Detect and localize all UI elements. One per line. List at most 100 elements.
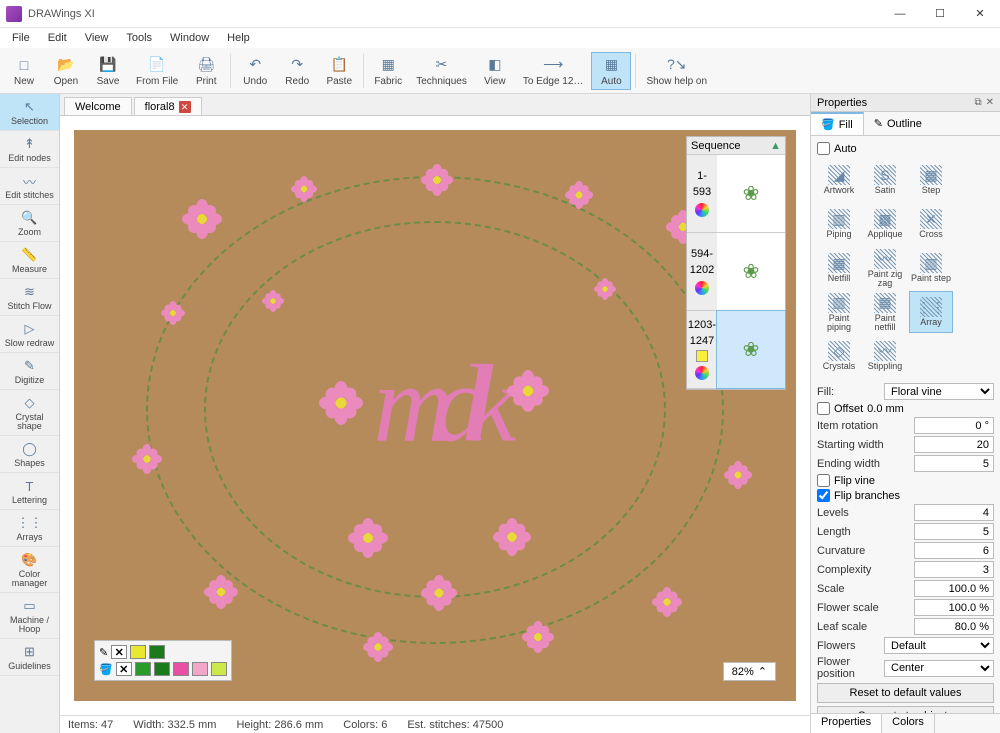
sidebar-lettering[interactable]: TLettering (0, 473, 59, 510)
filltype-netfill[interactable]: ▦Netfill (817, 247, 861, 289)
flip-vine-checkbox[interactable]: Flip vine (817, 474, 994, 487)
sequence-item[interactable]: 1-593❀ (687, 155, 785, 233)
zoom-level[interactable]: 82% ⌃ (723, 662, 776, 681)
offset-checkbox[interactable]: Offset0.0 mm (817, 402, 994, 415)
sidebar-color-manager[interactable]: 🎨Color manager (0, 547, 59, 593)
foot-tab-properties[interactable]: Properties (811, 714, 882, 733)
sequence-thumbnail[interactable]: ❀ (717, 155, 785, 232)
close-panel-icon[interactable]: ✕ (986, 97, 994, 108)
flip-branches-checkbox[interactable]: Flip branches (817, 489, 994, 502)
toolbar-view[interactable]: ◧View (475, 53, 515, 89)
sidebar-selection[interactable]: ↖Selection (0, 94, 59, 131)
flowers-select[interactable]: Default (884, 637, 994, 654)
colorwheel-icon[interactable] (695, 366, 709, 380)
no-color-swatch[interactable]: ✕ (111, 645, 127, 659)
toolbar-open[interactable]: 📂Open (46, 53, 86, 89)
menu-edit[interactable]: Edit (40, 30, 75, 46)
toolbar-techniques[interactable]: ✂Techniques (410, 53, 473, 89)
colorwheel-icon[interactable] (695, 281, 709, 295)
length-input[interactable] (914, 523, 994, 540)
filltype-satin[interactable]: SSatin (863, 159, 907, 201)
eyedropper-icon[interactable]: ✎ (99, 646, 108, 659)
menu-view[interactable]: View (77, 30, 117, 46)
color-swatch[interactable] (211, 662, 227, 676)
chevron-up-icon[interactable]: ⌃ (758, 665, 767, 678)
colorwheel-icon[interactable] (695, 203, 709, 217)
toolbar-fabric[interactable]: ▦Fabric (368, 53, 408, 89)
sidebar-edit-stitches[interactable]: 〰Edit stitches (0, 168, 59, 205)
pin-icon[interactable]: ⧉ (974, 97, 981, 108)
toolbar-to-edge-12-[interactable]: ⟶To Edge 12… (517, 53, 590, 89)
ending-width-input[interactable] (914, 455, 994, 472)
menu-file[interactable]: File (4, 30, 38, 46)
maximize-button[interactable]: ☐ (920, 0, 960, 28)
toolbar-undo[interactable]: ↶Undo (235, 53, 275, 89)
sidebar-digitize[interactable]: ✎Digitize (0, 353, 59, 390)
tab-welcome[interactable]: Welcome (64, 97, 132, 115)
color-swatch[interactable] (130, 645, 146, 659)
minimize-button[interactable]: — (880, 0, 920, 28)
levels-input[interactable] (914, 504, 994, 521)
toolbar-new[interactable]: □New (4, 53, 44, 89)
filltype-cross[interactable]: ✕Cross (909, 203, 953, 245)
starting-width-input[interactable] (914, 436, 994, 453)
menu-window[interactable]: Window (162, 30, 217, 46)
filltype-paint-piping[interactable]: ▥Paint piping (817, 291, 861, 333)
curvature-input[interactable] (914, 542, 994, 559)
filltype-crystals[interactable]: ◇Crystals (817, 335, 861, 377)
reset-defaults-button[interactable]: Reset to default values (817, 683, 994, 703)
tab-floral8[interactable]: floral8✕ (134, 97, 202, 115)
filltype-paint-zig-zag[interactable]: 〰Paint zig zag (863, 247, 907, 289)
leaf-scale-input[interactable] (914, 618, 994, 635)
flower-position-select[interactable]: Center (884, 660, 994, 677)
filltype-applique[interactable]: ▩Applique (863, 203, 907, 245)
tab-fill[interactable]: 🪣Fill (811, 112, 864, 135)
sidebar-shapes[interactable]: ◯Shapes (0, 436, 59, 473)
toolbar-print[interactable]: 🖨Print (186, 53, 226, 89)
color-swatch[interactable] (149, 645, 165, 659)
flower-scale-input[interactable] (914, 599, 994, 616)
menu-help[interactable]: Help (219, 30, 258, 46)
fill-select[interactable]: Floral vine (884, 383, 994, 400)
sidebar-measure[interactable]: 📏Measure (0, 242, 59, 279)
sequence-item[interactable]: 1203-1247❀ (687, 311, 785, 389)
sidebar-machine-hoop[interactable]: ▭Machine / Hoop (0, 593, 59, 639)
collapse-icon[interactable]: ▲ (770, 140, 781, 152)
color-swatch[interactable] (135, 662, 151, 676)
toolbar-redo[interactable]: ↷Redo (277, 53, 317, 89)
foot-tab-colors[interactable]: Colors (882, 714, 935, 733)
sidebar-arrays[interactable]: ⋮⋮Arrays (0, 510, 59, 547)
toolbar-show-help-on[interactable]: ?↘Show help on (640, 53, 713, 89)
sidebar-guidelines[interactable]: ⊞Guidelines (0, 639, 59, 676)
color-swatch[interactable] (192, 662, 208, 676)
auto-checkbox[interactable]: Auto (817, 142, 994, 155)
embroidery-canvas[interactable]: mdk Sequence ▲ 1-593❀594-1202❀1203-1247❀… (74, 130, 796, 701)
sequence-item[interactable]: 594-1202❀ (687, 233, 785, 311)
menu-tools[interactable]: Tools (118, 30, 160, 46)
sidebar-zoom[interactable]: 🔍Zoom (0, 205, 59, 242)
tab-outline[interactable]: ✎Outline (864, 113, 932, 134)
scale-input[interactable] (914, 580, 994, 597)
close-tab-icon[interactable]: ✕ (179, 101, 191, 113)
sidebar-slow-redraw[interactable]: ▷Slow redraw (0, 316, 59, 353)
filltype-artwork[interactable]: ◢Artwork (817, 159, 861, 201)
sidebar-edit-nodes[interactable]: ↟Edit nodes (0, 131, 59, 168)
filltype-stippling[interactable]: 〰Stippling (863, 335, 907, 377)
toolbar-from-file[interactable]: 📄From File (130, 53, 184, 89)
filltype-paint-netfill[interactable]: ▦Paint netfill (863, 291, 907, 333)
color-swatch[interactable] (154, 662, 170, 676)
sequence-thumbnail[interactable]: ❀ (717, 233, 785, 310)
separate-objects-button[interactable]: Separate to objects (817, 706, 994, 713)
filltype-step[interactable]: ▦Step (909, 159, 953, 201)
sidebar-crystal-shape[interactable]: ◇Crystal shape (0, 390, 59, 436)
toolbar-paste[interactable]: 📋Paste (319, 53, 359, 89)
toolbar-auto[interactable]: ▦Auto (591, 52, 631, 90)
color-swatch[interactable] (173, 662, 189, 676)
no-color-swatch[interactable]: ✕ (116, 662, 132, 676)
complexity-input[interactable] (914, 561, 994, 578)
sidebar-stitch-flow[interactable]: ≋Stitch Flow (0, 279, 59, 316)
sequence-thumbnail[interactable]: ❀ (717, 311, 785, 388)
close-button[interactable]: ✕ (960, 0, 1000, 28)
filltype-array[interactable]: ⋮⋮Array (909, 291, 953, 333)
filltype-piping[interactable]: ▥Piping (817, 203, 861, 245)
